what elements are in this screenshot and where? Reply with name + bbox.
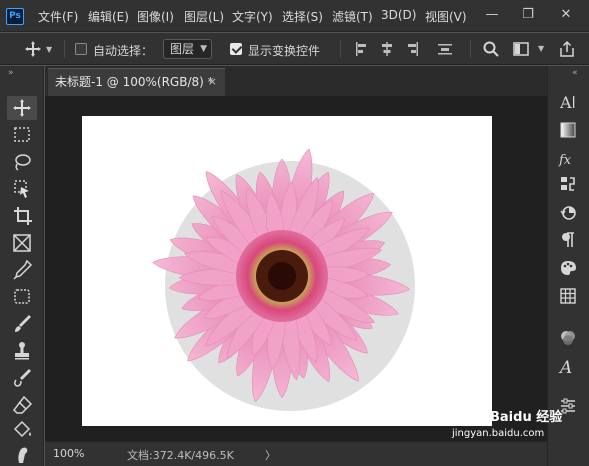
baidu-watermark: Baidu 经验 jingyan.baidu.com: [452, 400, 562, 444]
frame-tool-icon[interactable]: [7, 231, 37, 255]
align-right-icon[interactable]: [403, 40, 421, 58]
separator: [470, 40, 471, 58]
watermark-url: jingyan.baidu.com: [452, 428, 545, 439]
status-menu-arrow-icon[interactable]: 〉: [265, 447, 276, 463]
move-tool-preset-icon[interactable]: [24, 40, 42, 58]
search-icon[interactable]: [482, 40, 500, 58]
chevron-down-icon: ▼: [200, 44, 207, 54]
character-panel-icon[interactable]: A: [558, 92, 578, 112]
lasso-tool-icon[interactable]: [7, 150, 37, 174]
auto-select-checkbox[interactable]: [75, 43, 87, 55]
smudge-tool-icon[interactable]: [7, 443, 37, 466]
history-icon[interactable]: [558, 202, 578, 222]
flower-image: [152, 148, 415, 411]
auto-select-target-dropdown[interactable]: 图层 ▼: [163, 39, 212, 59]
eraser-tool-icon[interactable]: [7, 393, 37, 417]
auto-select-label: 自动选择：: [93, 44, 154, 58]
move-tool-icon[interactable]: [7, 96, 37, 120]
document-tab[interactable]: 未标题-1 @ 100%(RGB/8) * ×: [48, 68, 225, 96]
photoshop-logo-icon: Ps: [6, 8, 24, 25]
menu-type[interactable]: 文字(Y): [232, 8, 273, 25]
menu-bar: Ps 文件(F) 编辑(E) 图像(I) 图层(L) 文字(Y) 选择(S) 滤…: [0, 0, 589, 32]
color-circles-icon[interactable]: [558, 328, 578, 348]
tools-panel: »: [0, 66, 44, 466]
menu-edit[interactable]: 编辑(E): [88, 8, 129, 25]
object-selection-tool-icon[interactable]: [7, 177, 37, 201]
menu-3d[interactable]: 3D(D): [381, 8, 416, 22]
separator: [64, 40, 65, 58]
swatches-palette-icon[interactable]: [558, 258, 578, 278]
align-left-icon[interactable]: [353, 40, 371, 58]
brush-tool-icon[interactable]: [7, 312, 37, 336]
menu-file[interactable]: 文件(F): [38, 8, 78, 25]
close-tab-icon[interactable]: ×: [208, 69, 217, 95]
clone-stamp-tool-icon[interactable]: [7, 339, 37, 363]
canvas-area[interactable]: [45, 96, 547, 441]
crop-tool-icon[interactable]: [7, 204, 37, 228]
document-size: 文档:372.4K/496.5K: [127, 449, 234, 462]
chevron-down-icon[interactable]: ▼: [538, 44, 544, 53]
menu-filter[interactable]: 滤镜(T): [332, 8, 373, 25]
gradient-panel-icon[interactable]: [558, 120, 578, 140]
glyphs-icon[interactable]: A: [558, 356, 578, 378]
document-canvas[interactable]: [82, 116, 492, 426]
paragraph-icon[interactable]: [558, 230, 578, 250]
workspace-icon[interactable]: [512, 40, 530, 58]
show-transform-checkbox[interactable]: [230, 43, 242, 55]
menu-layer[interactable]: 图层(L): [184, 8, 224, 25]
watermark-brand: Baidu 经验: [490, 410, 563, 425]
options-bar: ▼ 自动选择： 图层 ▼ 显示变换控件 ▼: [0, 33, 589, 65]
marquee-tool-icon[interactable]: [7, 123, 37, 147]
chevron-down-icon[interactable]: ▼: [46, 45, 52, 54]
document-tab-bar: 未标题-1 @ 100%(RGB/8) * ×: [45, 66, 547, 96]
history-brush-tool-icon[interactable]: [7, 366, 37, 390]
document-tab-title: 未标题-1 @ 100%(RGB/8) *: [55, 75, 214, 89]
dropdown-value: 图层: [170, 42, 195, 56]
svg-text:A: A: [559, 93, 572, 112]
distribute-icon[interactable]: [436, 40, 454, 58]
menu-select[interactable]: 选择(S): [282, 8, 323, 25]
styles-fx-icon[interactable]: fx: [558, 148, 578, 168]
share-icon[interactable]: [558, 40, 576, 58]
show-transform-label: 显示变换控件: [248, 44, 321, 58]
status-bar: 100% 文档:372.4K/496.5K 〉: [45, 441, 547, 466]
svg-text:fx: fx: [558, 153, 572, 168]
close-button[interactable]: ✕: [556, 5, 576, 25]
svg-text:A: A: [558, 358, 572, 376]
minimize-button[interactable]: —: [482, 5, 502, 25]
menu-image[interactable]: 图像(I): [137, 8, 174, 25]
collapse-panel-button[interactable]: »: [8, 68, 13, 78]
collapse-dock-button[interactable]: «: [572, 68, 577, 78]
patch-tool-icon[interactable]: [7, 285, 37, 309]
eyedropper-tool-icon[interactable]: [7, 258, 37, 282]
align-center-icon[interactable]: [378, 40, 396, 58]
maximize-button[interactable]: ❐: [518, 5, 538, 25]
paint-bucket-tool-icon[interactable]: [7, 418, 37, 442]
menu-view[interactable]: 视图(V): [425, 8, 467, 25]
zoom-level[interactable]: 100%: [53, 447, 84, 460]
table-grid-icon[interactable]: [558, 286, 578, 306]
separator: [340, 40, 341, 58]
channels-icon[interactable]: [558, 174, 578, 194]
